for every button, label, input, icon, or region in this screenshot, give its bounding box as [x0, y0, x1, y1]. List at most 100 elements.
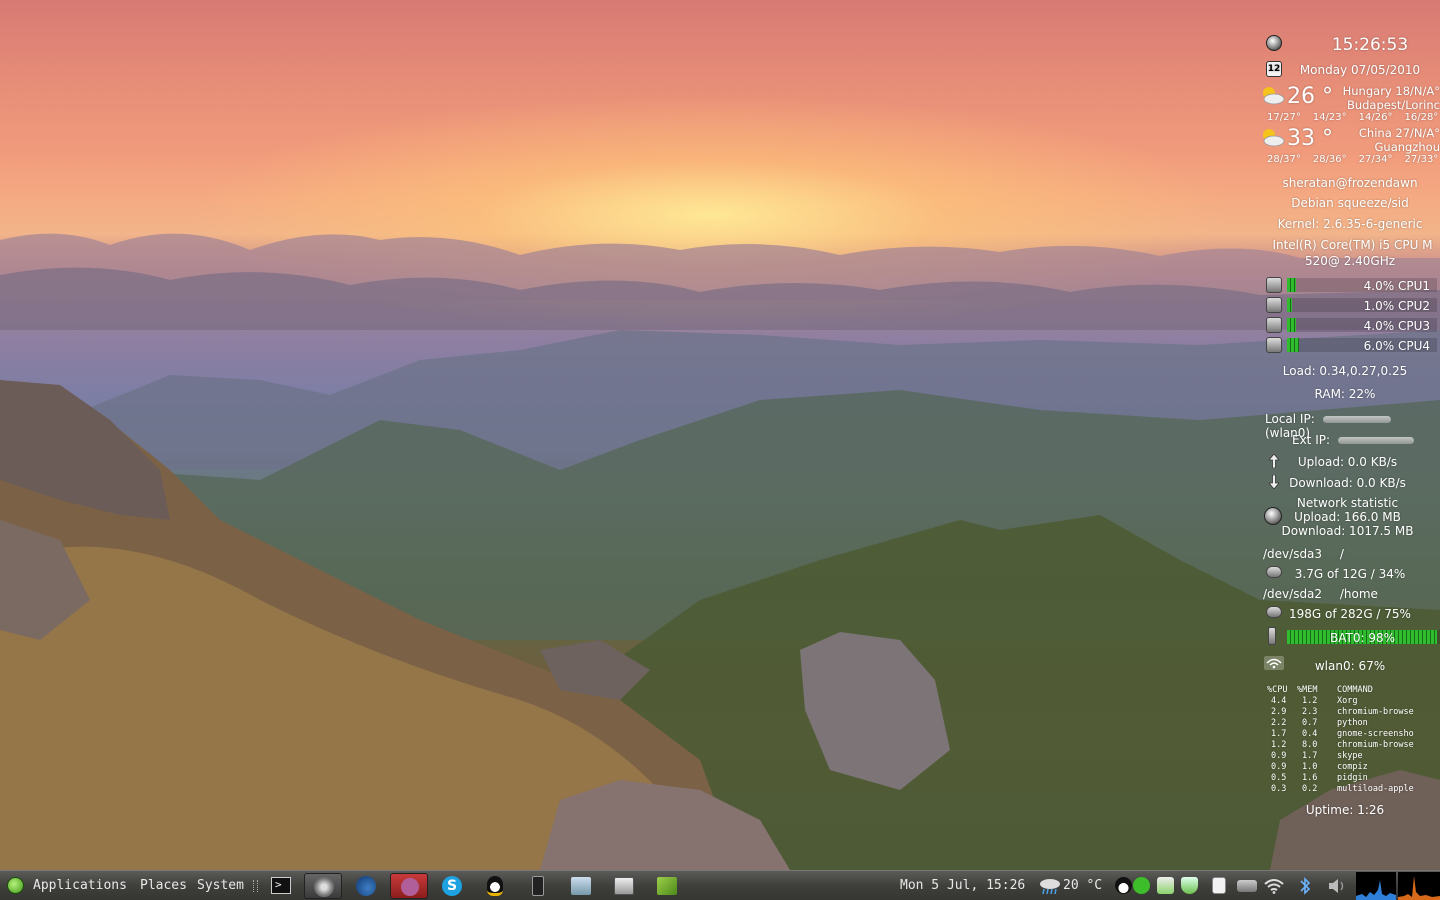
process-cpu: 0.9: [1271, 762, 1287, 772]
weather-city-1: Budapest/Lorinc: [1346, 98, 1440, 112]
process-row: 1.7 0.4 gnome-screensho: [1267, 729, 1437, 740]
process-row: 0.5 1.6 pidgin: [1267, 773, 1437, 784]
volume-icon[interactable]: [1327, 878, 1347, 894]
cpu-label: 4.0% CPU3: [1363, 319, 1430, 333]
process-row: 0.9 1.0 compiz: [1267, 762, 1437, 773]
process-command: chromium-browse: [1337, 740, 1414, 750]
process-command: Xorg: [1337, 696, 1358, 706]
cpu-bar-fill: [1287, 298, 1292, 312]
forecast-day-3: 27/34°: [1358, 154, 1393, 165]
process-command: chromium-browse: [1337, 707, 1414, 717]
process-mem: 8.0: [1302, 740, 1318, 750]
menu-system[interactable]: System: [197, 871, 244, 900]
menu-places[interactable]: Places: [140, 871, 187, 900]
system-load-graph[interactable]: [1356, 872, 1440, 900]
external-ip: Ext IP:: [1292, 433, 1440, 447]
process-table: %CPU %MEM COMMAND 4.4 1.2 Xorg 2.9 2.3 chrom…: [1267, 685, 1437, 795]
panel-handle[interactable]: [253, 880, 258, 892]
screenshot-icon: [614, 877, 634, 895]
process-row: 0.9 1.7 skype: [1267, 751, 1437, 762]
cpu-label: 4.0% CPU1: [1363, 279, 1430, 293]
redacted-ip: [1337, 437, 1414, 444]
disk1-header: /dev/sda3 /: [1263, 547, 1440, 561]
distro-label: Debian squeeze/sid: [1291, 196, 1409, 210]
disk2-usage: 198G of 282G / 75%: [1289, 607, 1411, 621]
process-mem: 0.4: [1302, 729, 1318, 739]
disk-mount: /: [1339, 547, 1344, 561]
network-card-icon[interactable]: [1237, 880, 1257, 892]
process-cpu: 1.7: [1271, 729, 1287, 739]
partly-cloudy-icon: [1263, 129, 1285, 147]
pidgin-launcher[interactable]: [390, 873, 428, 899]
cpu-model-line-1: Intel(R) Core(TM) i5 CPU M: [1272, 238, 1433, 252]
process-mem: 2.3: [1302, 707, 1318, 717]
panel-weather-temp[interactable]: 20 °C: [1063, 871, 1102, 900]
qq-launcher[interactable]: [476, 873, 514, 899]
forecast-day-4: 27/33°: [1404, 154, 1439, 165]
book-launcher[interactable]: [648, 873, 686, 899]
process-cpu: 0.5: [1271, 773, 1287, 783]
network-total-download: Download: 1017.5 MB: [1281, 524, 1414, 538]
shield-check-icon[interactable]: [1181, 877, 1198, 894]
forecast-day-4: 16/28°: [1404, 112, 1439, 123]
video-player-launcher[interactable]: [562, 873, 600, 899]
gnome-foot-icon[interactable]: [7, 877, 24, 894]
panel-clock[interactable]: Mon 5 Jul, 15:26: [900, 871, 1025, 900]
process-cpu: 0.3: [1271, 784, 1287, 794]
bluetooth-icon[interactable]: [1298, 876, 1312, 896]
weather-forecast-2: 28/37° 28/36° 27/34° 27/33°: [1255, 154, 1440, 165]
battery-icon: [1268, 627, 1276, 645]
media-launcher[interactable]: [304, 873, 342, 899]
user-host: sheratan@frozendawn: [1282, 176, 1418, 190]
process-mem: 1.0: [1302, 762, 1318, 772]
header-mem: %MEM: [1297, 685, 1318, 695]
skype-icon: S: [442, 876, 462, 896]
header-cpu: %CPU: [1267, 685, 1288, 695]
desktop-wallpaper: [0, 233, 1440, 870]
process-row: 2.2 0.7 python: [1267, 718, 1437, 729]
process-mem: 0.2: [1302, 784, 1318, 794]
disk1-usage: 3.7G of 12G / 34%: [1294, 567, 1406, 581]
calendar-icon: 12: [1266, 61, 1282, 77]
weather-city-2: Guangzhou: [1374, 140, 1440, 154]
process-row: 2.9 2.3 chromium-browse: [1267, 707, 1437, 718]
process-table-header: %CPU %MEM COMMAND: [1267, 685, 1437, 696]
menu-applications[interactable]: Applications: [33, 871, 127, 900]
date-label: Monday 07/05/2010: [1299, 63, 1421, 77]
process-cpu: 2.9: [1271, 707, 1287, 717]
weather-forecast-1: 17/27° 14/23° 14/26° 16/28°: [1255, 112, 1440, 123]
cpu-icon: [1266, 317, 1282, 333]
speaker-icon: [532, 876, 544, 896]
load-average: Load: 0.34,0.27,0.25: [1282, 364, 1408, 378]
thunderbird-launcher[interactable]: [347, 873, 385, 899]
rain-cloud-icon[interactable]: [1039, 877, 1061, 895]
media-icon: [314, 877, 334, 897]
cpu-bar-fill: [1287, 338, 1299, 352]
cpu-model-line-2: 520@ 2.40GHz: [1304, 254, 1396, 268]
process-command: compiz: [1337, 762, 1368, 772]
download-speed: Download: 0.0 KB/s: [1289, 476, 1406, 490]
forecast-day-2: 28/36°: [1312, 154, 1347, 165]
thunderbird-icon: [356, 876, 376, 896]
cpu-icon: [1266, 297, 1282, 313]
process-cpu: 2.2: [1271, 718, 1287, 728]
screenshot-launcher[interactable]: [605, 873, 643, 899]
conky-system-monitor: 15:26:53 12 Monday 07/05/2010 26 ° Hunga…: [1255, 30, 1440, 870]
battery-label: BAT0: 98%: [1329, 631, 1395, 645]
clipboard-icon[interactable]: [1212, 877, 1226, 894]
qq-icon: [487, 876, 503, 896]
pidgin-tray-icon[interactable]: [1157, 877, 1174, 894]
process-command: python: [1337, 718, 1368, 728]
process-mem: 1.7: [1302, 751, 1318, 761]
skype-launcher[interactable]: S: [433, 873, 471, 899]
speaker-launcher[interactable]: [519, 873, 557, 899]
wifi-tray-icon[interactable]: [1264, 878, 1284, 894]
weather-location-2: China 27/N/A°: [1358, 126, 1440, 140]
qq-tray-icon[interactable]: [1115, 877, 1132, 894]
upload-speed: Upload: 0.0 KB/s: [1297, 455, 1398, 469]
network-stat-title: Network statistic: [1296, 496, 1399, 510]
green-check-icon[interactable]: [1133, 877, 1150, 894]
header-command: COMMAND: [1337, 685, 1373, 695]
terminal-launcher[interactable]: >: [262, 873, 300, 899]
process-command: multiload-apple: [1337, 784, 1414, 794]
